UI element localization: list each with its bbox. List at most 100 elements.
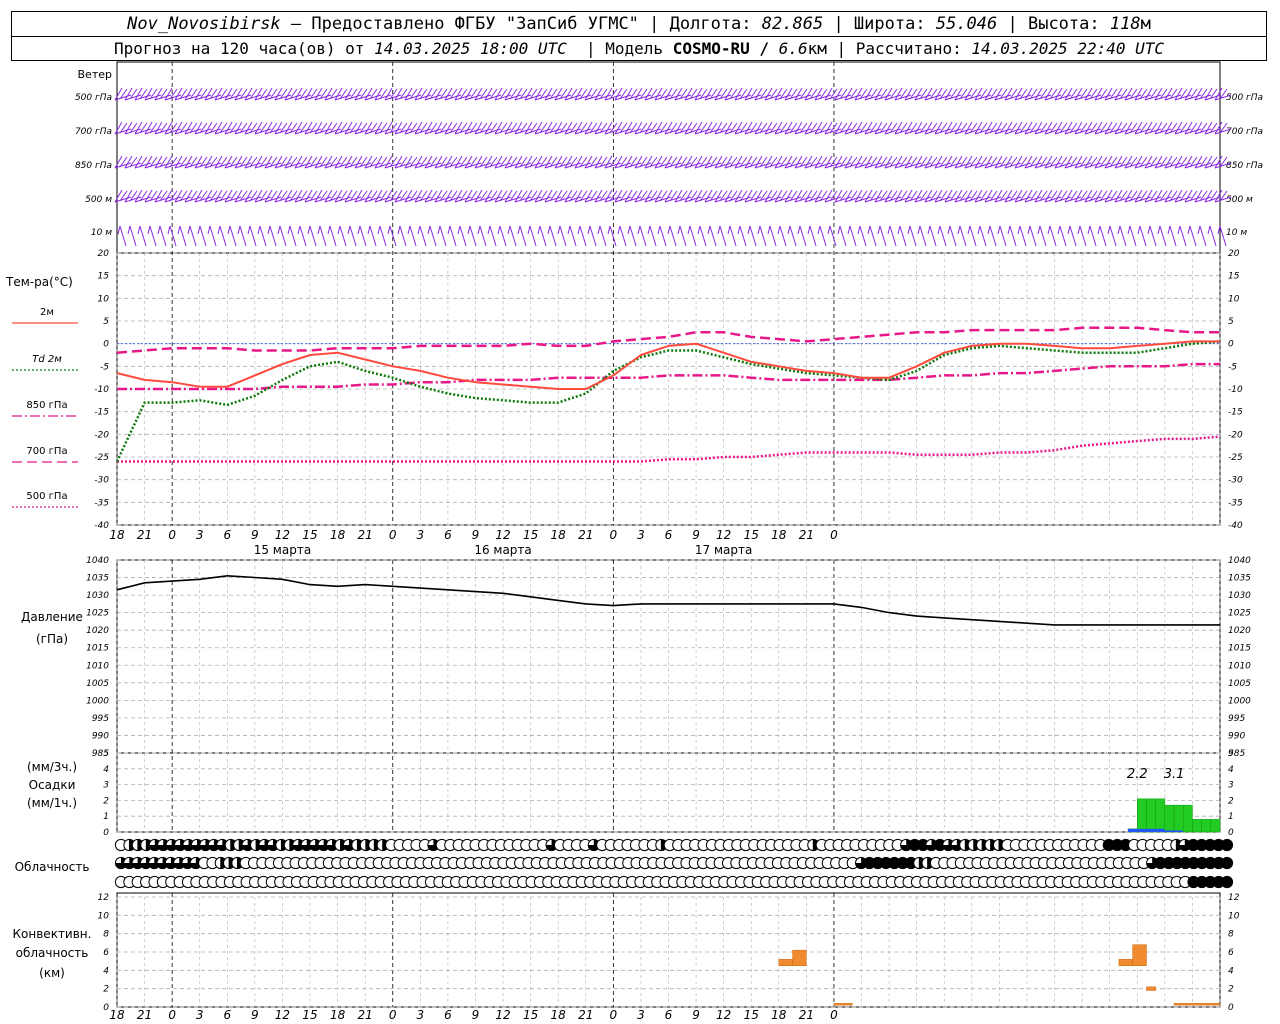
y-tick-label-left: -10	[94, 385, 109, 395]
x-tick-label-bottom: 18	[330, 1008, 346, 1022]
wind-barb	[637, 225, 641, 235]
x-tick-label-bottom: 0	[610, 1008, 618, 1022]
wind-barb	[947, 225, 951, 235]
wind-barb	[319, 225, 327, 247]
y-tick-label-left: -35	[94, 498, 109, 508]
wind-barb	[799, 225, 807, 247]
wind-level-label-left: 700 гПа	[75, 127, 112, 137]
y-tick-label-left: 4	[103, 966, 109, 976]
wind-barb	[1079, 225, 1087, 247]
wind-level-label-right: 10 м	[1226, 228, 1247, 238]
wind-barb	[939, 225, 947, 247]
wind-barb	[287, 225, 291, 235]
x-tick-label-bottom: 12	[495, 1008, 510, 1022]
y-tick-label-left: 20	[98, 249, 110, 259]
wind-level-label-left: 500 м	[85, 195, 112, 205]
wind-barb	[277, 225, 281, 235]
wind-barb	[849, 225, 857, 247]
wind-barb	[1109, 225, 1117, 247]
wind-barb	[687, 225, 691, 235]
wind-barb	[1067, 225, 1071, 235]
wind-barb	[819, 225, 827, 247]
wind-barb	[1029, 225, 1037, 247]
wind-barb	[297, 225, 301, 235]
y-tick-label-left: 0	[103, 1003, 109, 1013]
y-tick-label-left: 1005	[86, 679, 109, 689]
wind-barb	[479, 225, 487, 247]
y-tick-label-right: 1005	[1228, 679, 1251, 689]
y-tick-label-left: 0	[103, 828, 109, 838]
x-tick-label: 9	[472, 528, 480, 542]
wind-barb	[1139, 225, 1147, 247]
precip-bar	[1210, 819, 1221, 833]
wind-barb	[789, 225, 797, 247]
x-tick-label: 12	[495, 528, 510, 542]
y-tick-label-left: -20	[94, 430, 109, 440]
x-tick-label: 21	[358, 528, 373, 542]
y-tick-label-right: -5	[1228, 362, 1237, 372]
x-tick-label: 6	[665, 528, 673, 542]
y-tick-label-left: 1020	[86, 626, 109, 636]
y-tick-label-right: -10	[1228, 385, 1243, 395]
wind-barb	[259, 225, 267, 247]
y-tick-label-right: 0	[1228, 340, 1234, 350]
y-tick-label-left: 1000	[86, 696, 109, 706]
x-tick-label-bottom: 6	[223, 1008, 231, 1022]
wind-barb	[807, 225, 811, 235]
wind-level-label-left: 10 м	[91, 228, 112, 238]
pressure-title: Давление	[21, 610, 83, 624]
wind-panel: Ветер 500 гПа 500 гПа 700 гПа 700 гПа 850 гПа…	[75, 68, 1263, 247]
wind-barb	[999, 225, 1007, 247]
y-tick-label-right: 2	[1228, 985, 1234, 995]
wind-barb	[639, 225, 647, 247]
wind-barb	[477, 225, 481, 235]
wind-barb	[357, 225, 361, 235]
x-tick-label: 18	[109, 528, 125, 542]
wind-barb	[187, 225, 191, 235]
wind-barb	[1099, 225, 1107, 247]
precip-bar	[1192, 819, 1202, 833]
wind-barb	[177, 225, 181, 235]
wind-barb	[279, 225, 287, 247]
wind-barb	[147, 225, 151, 235]
wind-barb	[897, 225, 901, 235]
y-tick-label-left: -5	[100, 362, 109, 372]
x-tick-label: 0	[610, 528, 618, 542]
y-tick-label-left: 2	[103, 985, 109, 995]
wind-barb	[957, 225, 961, 235]
precip-total-label: 3.1	[1164, 767, 1185, 782]
wind-barb	[629, 225, 637, 247]
wind-barb	[549, 225, 557, 247]
y-tick-label-right: 1	[1228, 812, 1234, 822]
wind-barb	[347, 225, 351, 235]
x-tick-label: 21	[799, 528, 814, 542]
wind-barb	[169, 225, 177, 247]
wind-barb	[779, 225, 787, 247]
wind-barb	[499, 225, 507, 247]
y-tick-label-right: 1035	[1228, 574, 1251, 584]
wind-barb	[1027, 225, 1031, 235]
y-tick-label-right: 1025	[1228, 609, 1251, 619]
wind-barb	[467, 225, 471, 235]
wind-barb	[1107, 225, 1111, 235]
x-tick-label: 18	[771, 528, 787, 542]
wind-barb	[267, 225, 271, 235]
x-tick-label-bottom: 9	[692, 1008, 700, 1022]
wind-barb	[719, 225, 727, 247]
wind-barb	[227, 225, 231, 235]
precip-unit-3h: (мм/3ч.)	[27, 760, 77, 774]
cloud-table: Облачность	[15, 838, 1234, 889]
wind-barb	[889, 225, 897, 247]
x-tick-label: 3	[196, 528, 204, 542]
x-tick-label-bottom: 18	[771, 1008, 787, 1022]
cloud-circle	[1220, 875, 1234, 889]
y-tick-label-left: 12	[98, 893, 110, 903]
wind-barb	[697, 225, 701, 235]
wind-barb	[1197, 225, 1201, 235]
wind-barb	[949, 225, 957, 247]
wind-title: Ветер	[78, 68, 112, 81]
wind-barb	[399, 225, 407, 247]
wind-barb	[989, 225, 997, 247]
y-tick-label-left: 4	[103, 765, 109, 775]
wind-barb	[887, 225, 891, 235]
